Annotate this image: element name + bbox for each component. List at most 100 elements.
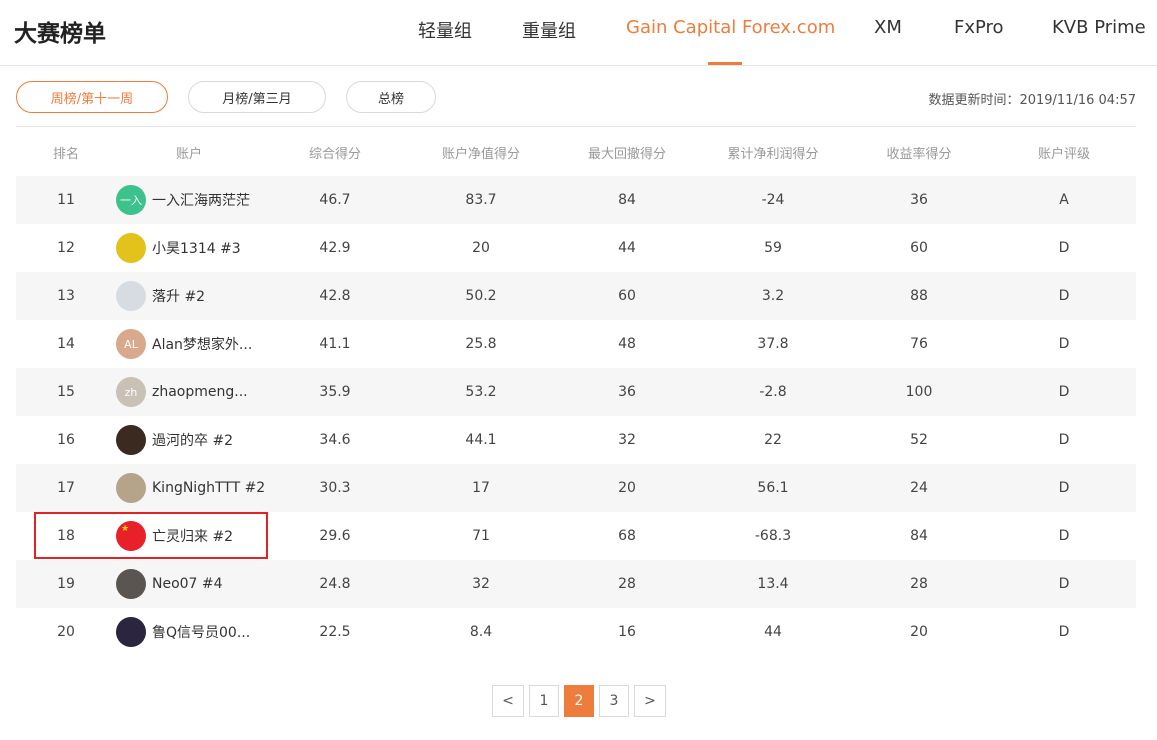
cell-account[interactable]: ★ 亡灵归来 #2 — [116, 512, 233, 560]
column-header-drawdown-score: 最大回撤得分 — [587, 146, 666, 162]
table-header: 排名 账户 综合得分 账户净值得分 最大回撤得分 累计净利润得分 收益率得分 账… — [16, 140, 1136, 164]
account-name[interactable]: Alan梦想家外... — [152, 334, 252, 354]
cell-rank: 17 — [57, 480, 75, 496]
avatar — [116, 233, 146, 263]
account-name[interactable]: Neo07 #4 — [152, 576, 223, 592]
filter-weekly[interactable]: 周榜/第十一周 — [16, 81, 168, 113]
cell-account[interactable]: zh zhaopmeng... — [116, 368, 248, 416]
cell-drawdown-score: 20 — [618, 480, 636, 496]
cell-return-score: 36 — [910, 192, 928, 208]
tab-gain-capital[interactable]: Gain Capital Forex.com — [626, 17, 835, 38]
account-name[interactable]: 亡灵归来 #2 — [152, 526, 233, 546]
cell-account[interactable]: KingNighTTT #2 — [116, 464, 265, 512]
cell-return-score: 100 — [905, 384, 933, 400]
cell-return-score: 60 — [910, 240, 928, 256]
cell-rank: 13 — [57, 288, 75, 304]
next-page-button[interactable]: > — [634, 685, 666, 717]
cell-rating: D — [1058, 576, 1070, 592]
tab-fxpro[interactable]: FxPro — [954, 17, 1004, 38]
prev-page-button[interactable]: < — [492, 685, 524, 717]
cell-rank: 19 — [57, 576, 75, 592]
filter-overall[interactable]: 总榜 — [346, 81, 436, 113]
cell-total-score: 24.8 — [319, 576, 351, 592]
account-name[interactable]: zhaopmeng... — [152, 384, 248, 400]
table-row[interactable]: 15 zh zhaopmeng... 35.9 53.2 36 -2.8 100 D — [16, 368, 1136, 416]
table-row[interactable]: 16 過河的卒 #2 34.6 44.1 32 22 52 D — [16, 416, 1136, 464]
cell-account[interactable]: 鲁Q信号员00... — [116, 608, 250, 656]
column-header-equity-score: 账户净值得分 — [441, 146, 520, 162]
cell-rating: D — [1058, 528, 1070, 544]
cell-rating: A — [1059, 192, 1069, 208]
cell-account[interactable]: 過河的卒 #2 — [116, 416, 233, 464]
tab-heavyweight[interactable]: 重量组 — [522, 17, 576, 43]
table-row[interactable]: 14 AL Alan梦想家外... 41.1 25.8 48 37.8 76 D — [16, 320, 1136, 368]
cell-equity-score: 25.8 — [465, 336, 497, 352]
update-time: 数据更新时间：2019/11/16 04:57 — [928, 93, 1136, 108]
account-name[interactable]: 一入汇海两茫茫 — [152, 190, 250, 210]
cell-profit-score: 22 — [764, 432, 782, 448]
cell-rating: D — [1058, 624, 1070, 640]
avatar — [116, 281, 146, 311]
cell-account[interactable]: AL Alan梦想家外... — [116, 320, 252, 368]
table-row[interactable]: 17 KingNighTTT #2 30.3 17 20 56.1 24 D — [16, 464, 1136, 512]
cell-return-score: 76 — [910, 336, 928, 352]
cell-profit-score: 59 — [764, 240, 782, 256]
cell-account[interactable]: 小昊1314 #3 — [116, 224, 241, 272]
filter-monthly[interactable]: 月榜/第三月 — [188, 81, 326, 113]
cell-rating: D — [1058, 432, 1070, 448]
cell-total-score: 29.6 — [319, 528, 351, 544]
column-header-rating: 账户评级 — [1037, 146, 1090, 162]
cell-equity-score: 8.4 — [469, 624, 493, 640]
cell-return-score: 20 — [910, 624, 928, 640]
table-row[interactable]: 18 ★ 亡灵归来 #2 29.6 71 68 -68.3 84 D — [16, 512, 1136, 560]
cell-return-score: 28 — [910, 576, 928, 592]
cell-profit-score: 37.8 — [757, 336, 789, 352]
avatar: AL — [116, 329, 146, 359]
page-title: 大赛榜单 — [14, 21, 106, 47]
cell-rank: 12 — [57, 240, 75, 256]
cell-account[interactable]: 落升 #2 — [116, 272, 205, 320]
avatar — [116, 617, 146, 647]
page-button-1[interactable]: 1 — [529, 685, 559, 717]
cell-total-score: 30.3 — [319, 480, 351, 496]
avatar-initials: 一入 — [120, 194, 142, 207]
account-name[interactable]: 過河的卒 #2 — [152, 430, 233, 450]
column-header-total-score: 综合得分 — [308, 146, 361, 162]
account-name[interactable]: 小昊1314 #3 — [152, 238, 241, 258]
tab-kvb-prime[interactable]: KVB Prime — [1052, 17, 1146, 38]
cell-profit-score: -2.8 — [759, 384, 787, 400]
table-row[interactable]: 11 一入 一入汇海两茫茫 46.7 83.7 84 -24 36 A — [16, 176, 1136, 224]
cell-drawdown-score: 60 — [618, 288, 636, 304]
cell-account[interactable]: 一入 一入汇海两茫茫 — [116, 176, 250, 224]
table-row[interactable]: 12 小昊1314 #3 42.9 20 44 59 60 D — [16, 224, 1136, 272]
account-name[interactable]: 落升 #2 — [152, 286, 205, 306]
table-row[interactable]: 13 落升 #2 42.8 50.2 60 3.2 88 D — [16, 272, 1136, 320]
page-button-2[interactable]: 2 — [564, 685, 594, 717]
cell-equity-score: 17 — [472, 480, 490, 496]
cell-equity-score: 32 — [472, 576, 490, 592]
tab-xm[interactable]: XM — [874, 17, 902, 38]
cell-rank: 11 — [57, 192, 75, 208]
table-row[interactable]: 19 Neo07 #4 24.8 32 28 13.4 28 D — [16, 560, 1136, 608]
cell-rating: D — [1058, 384, 1070, 400]
cell-return-score: 24 — [910, 480, 928, 496]
cell-return-score: 52 — [910, 432, 928, 448]
account-name[interactable]: KingNighTTT #2 — [152, 480, 265, 496]
avatar-initials: zh — [124, 385, 138, 399]
avatar — [116, 473, 146, 503]
tab-lightweight[interactable]: 轻量组 — [418, 17, 472, 43]
avatar — [116, 569, 146, 599]
cell-drawdown-score: 36 — [618, 384, 636, 400]
cell-equity-score: 50.2 — [465, 288, 497, 304]
page-button-3[interactable]: 3 — [599, 685, 629, 717]
cell-account[interactable]: Neo07 #4 — [116, 560, 223, 608]
cell-rank: 15 — [57, 384, 75, 400]
column-header-return-score: 收益率得分 — [886, 146, 952, 162]
table-row[interactable]: 20 鲁Q信号员00... 22.5 8.4 16 44 20 D — [16, 608, 1136, 656]
avatar: zh — [116, 377, 146, 407]
cell-equity-score: 20 — [472, 240, 490, 256]
account-name[interactable]: 鲁Q信号员00... — [152, 622, 250, 642]
cell-return-score: 84 — [910, 528, 928, 544]
cell-equity-score: 44.1 — [465, 432, 497, 448]
column-header-profit-score: 累计净利润得分 — [727, 146, 819, 162]
